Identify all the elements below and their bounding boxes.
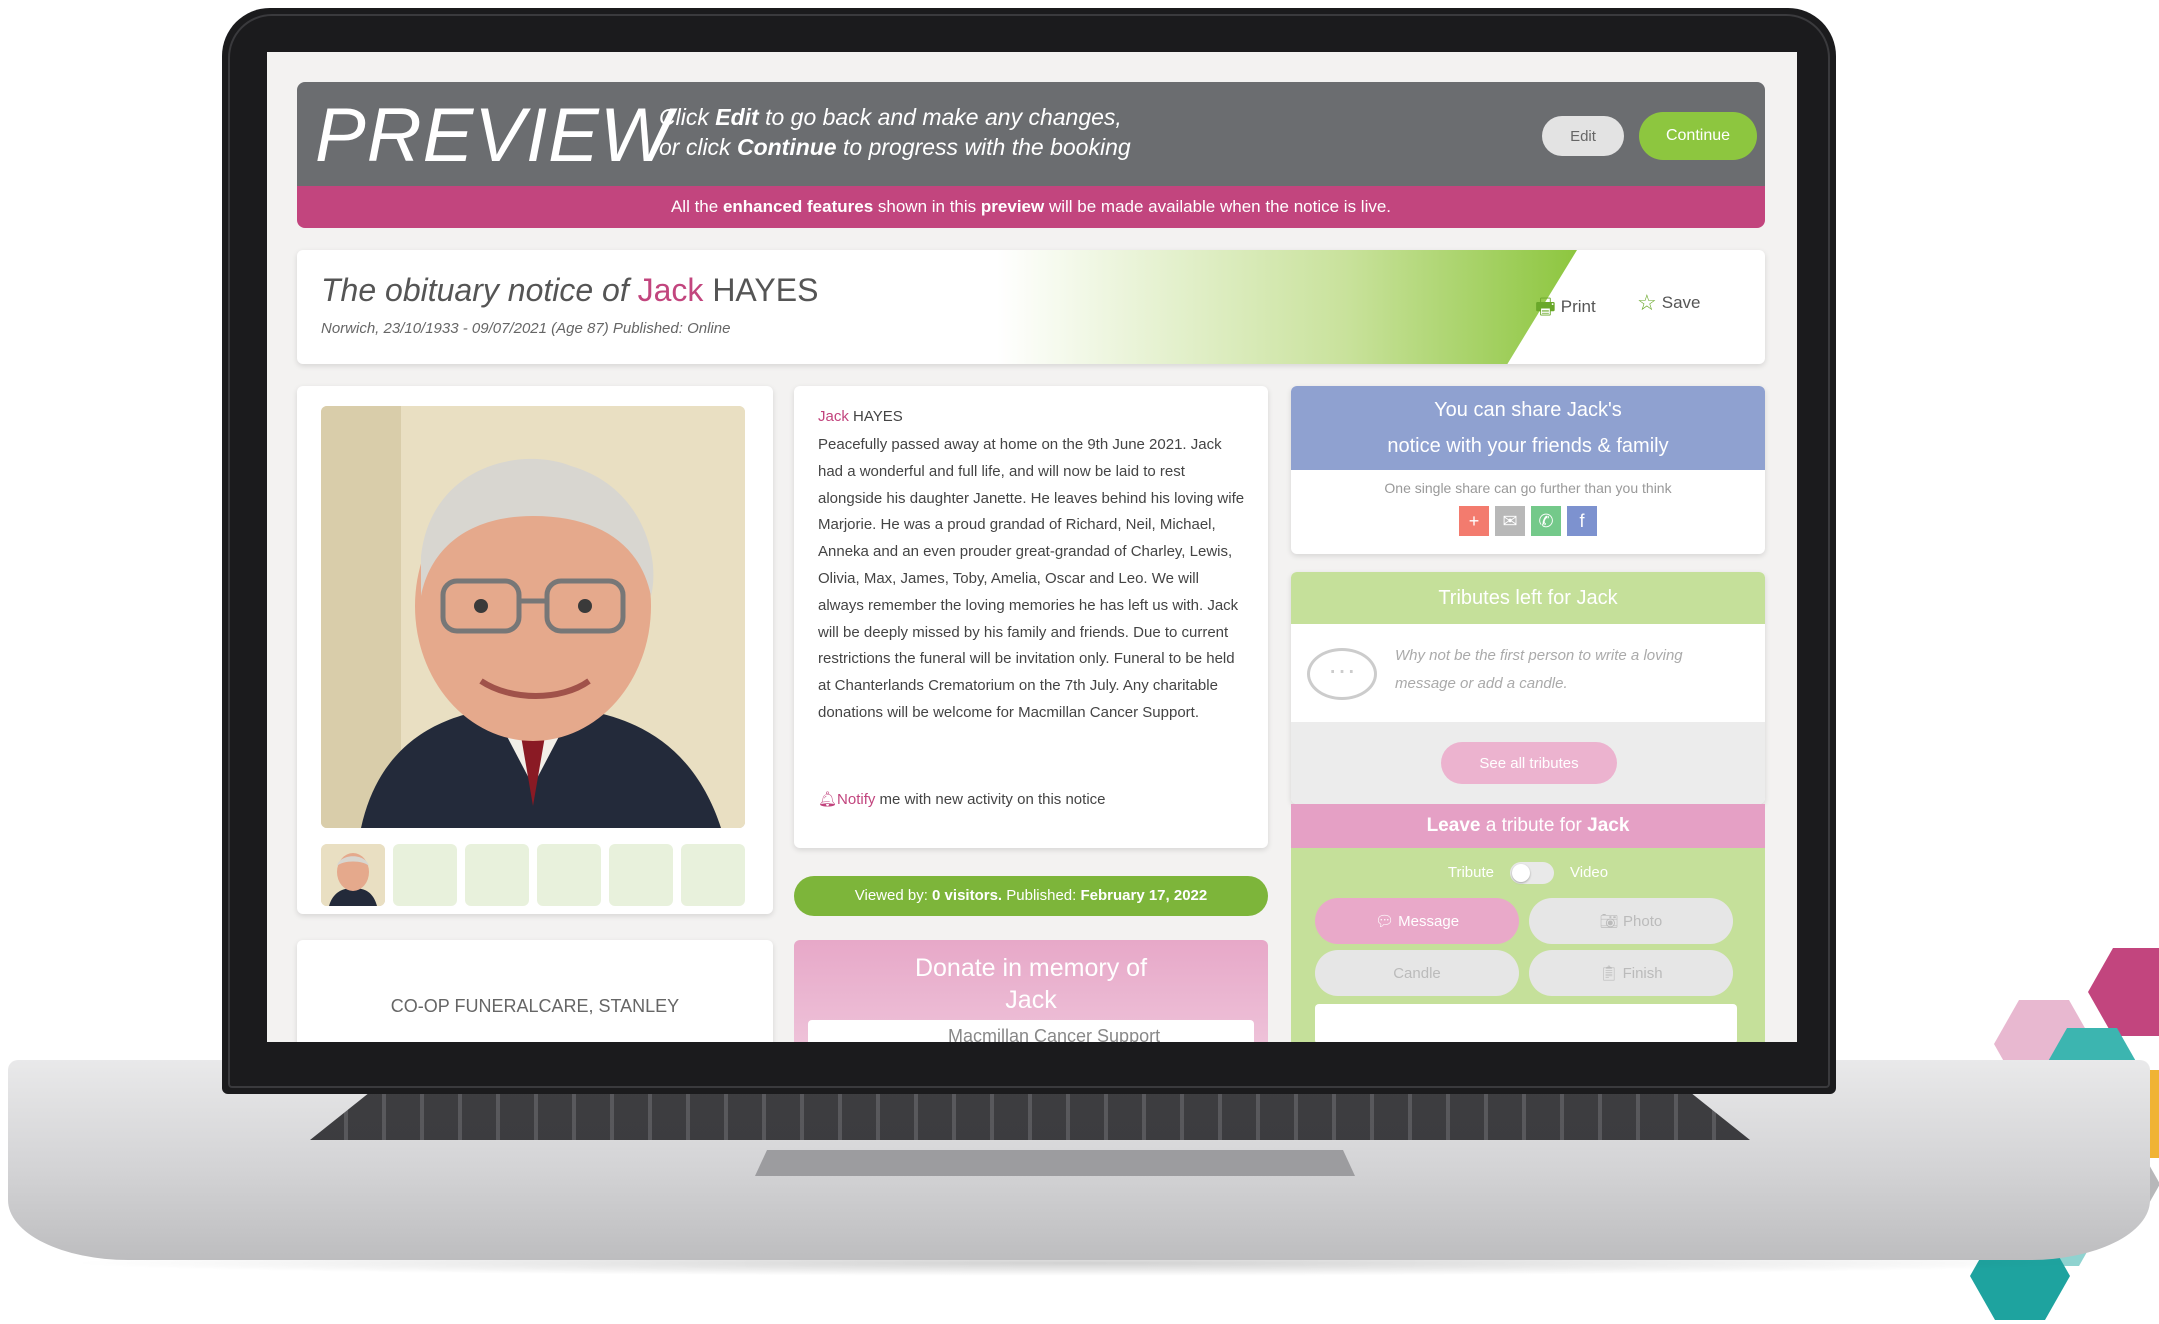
- preview-instruction-line-2: or click Continue to progress with the b…: [659, 134, 1131, 160]
- edit-button[interactable]: Edit: [1542, 116, 1624, 156]
- notice-body-text: Peacefully passed away at home on the 9t…: [818, 436, 1245, 721]
- tributes-footer: See all tributes: [1291, 722, 1765, 804]
- share-email-icon[interactable]: ✉: [1495, 506, 1525, 536]
- photo-thumbnail-empty[interactable]: [465, 844, 529, 906]
- notify-row: 🔔︎Notify me with new activity on this no…: [818, 791, 1106, 808]
- notice-text-card: Jack HAYES Peacefully passed away at hom…: [794, 386, 1268, 848]
- funeral-director-card: CO-OP FUNERALCARE, STANLEY: [297, 940, 773, 1042]
- share-whatsapp-icon[interactable]: ✆: [1531, 506, 1561, 536]
- preview-instruction-line-1: Click Edit to go back and make any chang…: [659, 104, 1122, 130]
- charity-name: Macmillan Cancer Support: [948, 1026, 1161, 1042]
- preview-heading: PREVIEW: [315, 93, 673, 178]
- photo-thumbnail-empty[interactable]: [393, 844, 457, 906]
- toggle-label-tribute: Tribute: [1447, 863, 1495, 881]
- photo-gallery-card: [297, 386, 773, 914]
- leave-tribute-card: Leave a tribute for Jack Tribute Video 💬︎…: [1291, 804, 1765, 1042]
- laptop-trackpad: [755, 1150, 1355, 1176]
- tribute-video-toggle[interactable]: [1510, 862, 1555, 884]
- photo-button[interactable]: 📷︎ Photo: [1529, 898, 1733, 944]
- notify-link[interactable]: Notify: [837, 791, 875, 808]
- stage: PREVIEW Click Edit to go back and make a…: [0, 0, 2159, 1324]
- notice-dates-subtitle: Norwich, 23/10/1933 - 09/07/2021 (Age 87…: [321, 320, 731, 337]
- tributes-empty-state: ··· Why not be the first person to write…: [1291, 624, 1765, 722]
- finish-button[interactable]: 📋︎ Finish: [1529, 950, 1733, 996]
- preview-instructions: Click Edit to go back and make any chang…: [659, 102, 1131, 162]
- share-icons: + ✉ ✆ f: [1291, 506, 1765, 536]
- star-icon: ☆: [1637, 290, 1657, 315]
- donate-charity-box[interactable]: Macmillan Cancer Support: [808, 1020, 1254, 1042]
- photo-thumbnail-empty[interactable]: [537, 844, 601, 906]
- toggle-label-video: Video: [1570, 863, 1609, 881]
- photo-thumbnail-empty[interactable]: [609, 844, 673, 906]
- page-title: The obituary notice of Jack HAYES: [321, 272, 819, 308]
- preview-banner: PREVIEW Click Edit to go back and make a…: [297, 82, 1765, 186]
- tributes-heading: Tributes left for Jack: [1291, 572, 1765, 624]
- enhanced-features-notice: All the enhanced features shown in this …: [297, 186, 1765, 228]
- tributes-card: Tributes left for Jack ··· Why not be th…: [1291, 572, 1765, 804]
- print-button[interactable]: 🖶 Print: [1535, 290, 1596, 328]
- see-all-tributes-button[interactable]: See all tributes: [1441, 742, 1617, 784]
- tribute-message-input[interactable]: [1315, 1004, 1737, 1042]
- tribute-video-toggle-row: Tribute Video: [1291, 862, 1765, 884]
- laptop-keyboard: [310, 1094, 1750, 1140]
- clipboard-icon: 📋︎: [1599, 965, 1623, 982]
- chat-icon: 💬︎: [1374, 913, 1399, 930]
- message-button[interactable]: 💬︎ Message: [1315, 898, 1519, 944]
- share-card: You can share Jack's notice with your fr…: [1291, 386, 1765, 554]
- viewed-by-bar: Viewed by: 0 visitors. Published: Februa…: [794, 876, 1268, 916]
- printer-icon: 🖶: [1535, 294, 1556, 319]
- camera-icon: 📷︎: [1599, 913, 1623, 930]
- share-heading: You can share Jack's notice with your fr…: [1291, 386, 1765, 470]
- bell-icon: 🔔︎: [818, 791, 838, 808]
- donate-card: Donate in memory of Jack Macmillan Cance…: [794, 940, 1268, 1042]
- laptop-screen: PREVIEW Click Edit to go back and make a…: [267, 52, 1797, 1042]
- photo-thumbnails: [321, 844, 745, 906]
- photo-thumbnail-empty[interactable]: [681, 844, 745, 906]
- funeral-director-name: CO-OP FUNERALCARE, STANLEY: [390, 996, 680, 1016]
- tributes-empty-text: Why not be the first person to write a l…: [1395, 647, 1683, 692]
- share-subtitle: One single share can go further than you…: [1384, 480, 1672, 496]
- notice-person-name: Jack HAYES: [818, 408, 903, 425]
- portrait-illustration: [321, 406, 745, 828]
- leave-tribute-heading: Leave a tribute for Jack: [1291, 804, 1765, 848]
- photo-thumbnail[interactable]: [321, 844, 385, 906]
- candle-button[interactable]: Candle: [1315, 950, 1519, 996]
- save-button[interactable]: ☆ Save: [1637, 290, 1700, 316]
- title-green-swoosh: [997, 250, 1577, 364]
- speech-bubble-icon: ···: [1307, 648, 1377, 700]
- thumbnail-illustration: [321, 844, 385, 906]
- portrait-photo[interactable]: [321, 406, 745, 828]
- notice-title-card: The obituary notice of Jack HAYES Norwic…: [297, 250, 1765, 364]
- decorative-hexagon: [2088, 948, 2159, 1036]
- share-plus-icon[interactable]: +: [1459, 506, 1489, 536]
- share-facebook-icon[interactable]: f: [1567, 506, 1597, 536]
- donate-heading: Donate in memory of Jack: [914, 954, 1148, 1014]
- continue-button[interactable]: Continue: [1639, 112, 1757, 160]
